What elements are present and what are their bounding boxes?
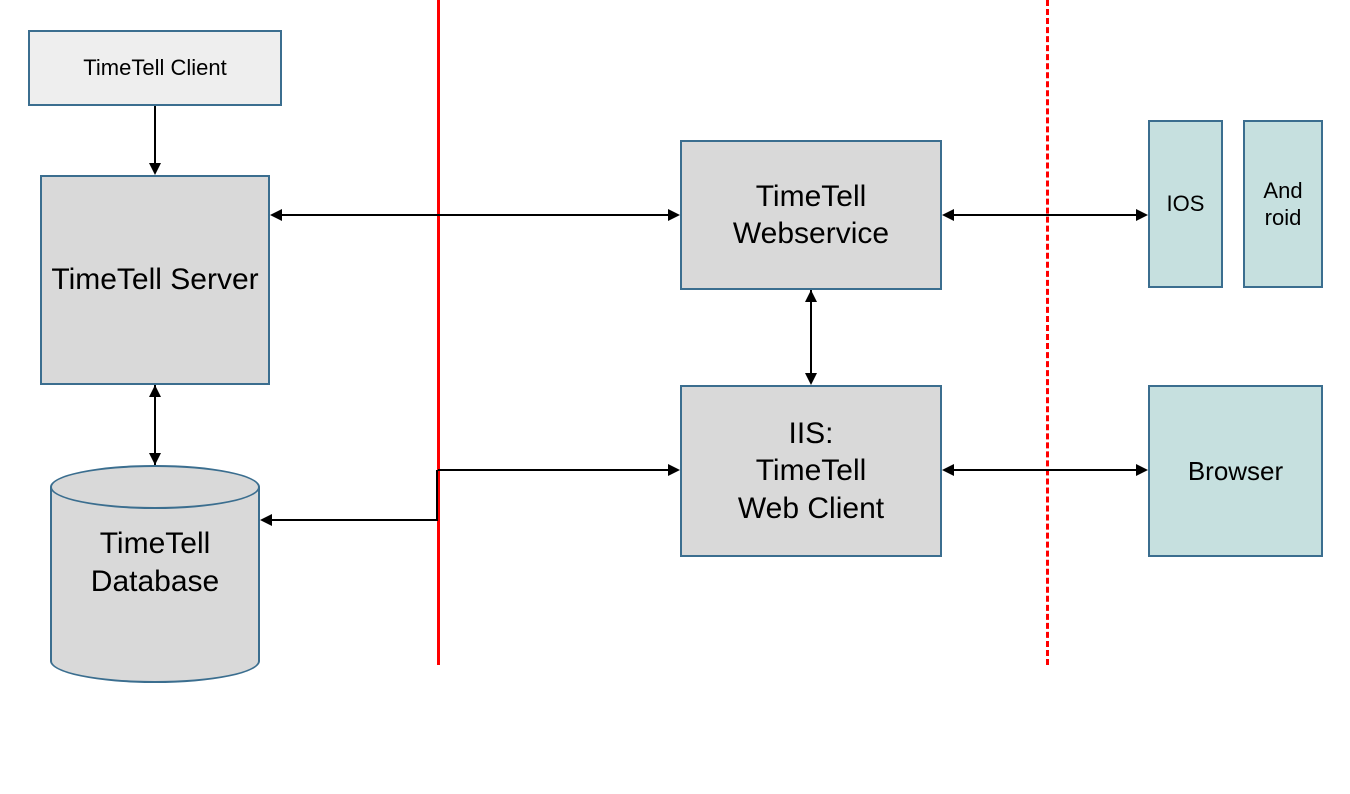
node-ios: IOS — [1148, 120, 1223, 288]
connector — [954, 469, 1136, 471]
node-browser: Browser — [1148, 385, 1323, 557]
arrow-up-icon — [149, 385, 161, 397]
arrow-down-icon — [805, 373, 817, 385]
divider-dashed — [1046, 0, 1049, 665]
node-label: TimeTell Database — [50, 525, 260, 600]
connector — [272, 519, 438, 521]
node-label: IIS: TimeTell Web Client — [738, 415, 884, 528]
node-timetell-database: TimeTell Database — [50, 465, 260, 683]
node-label: TimeTell Client — [83, 54, 226, 82]
arrow-left-icon — [942, 464, 954, 476]
node-label: TimeTell Server — [51, 261, 258, 299]
arrow-right-icon — [668, 464, 680, 476]
node-timetell-client: TimeTell Client — [28, 30, 282, 106]
node-label: IOS — [1167, 190, 1205, 218]
arrow-left-icon — [942, 209, 954, 221]
arrow-left-icon — [260, 514, 272, 526]
node-android: And roid — [1243, 120, 1323, 288]
connector — [436, 470, 438, 521]
arrow-up-icon — [805, 290, 817, 302]
arrow-right-icon — [668, 209, 680, 221]
connector — [154, 106, 156, 163]
node-label: And roid — [1263, 177, 1302, 232]
node-label: TimeTell Webservice — [682, 178, 940, 253]
divider-solid — [437, 0, 440, 665]
arrow-down-icon — [149, 163, 161, 175]
connector — [282, 214, 668, 216]
connector — [438, 469, 668, 471]
arrow-right-icon — [1136, 209, 1148, 221]
connector — [954, 214, 1136, 216]
node-timetell-server: TimeTell Server — [40, 175, 270, 385]
connector — [810, 290, 812, 373]
arrow-right-icon — [1136, 464, 1148, 476]
arrow-left-icon — [270, 209, 282, 221]
node-label: Browser — [1188, 455, 1283, 488]
node-timetell-webservice: TimeTell Webservice — [680, 140, 942, 290]
node-timetell-webclient: IIS: TimeTell Web Client — [680, 385, 942, 557]
arrow-down-icon — [149, 453, 161, 465]
